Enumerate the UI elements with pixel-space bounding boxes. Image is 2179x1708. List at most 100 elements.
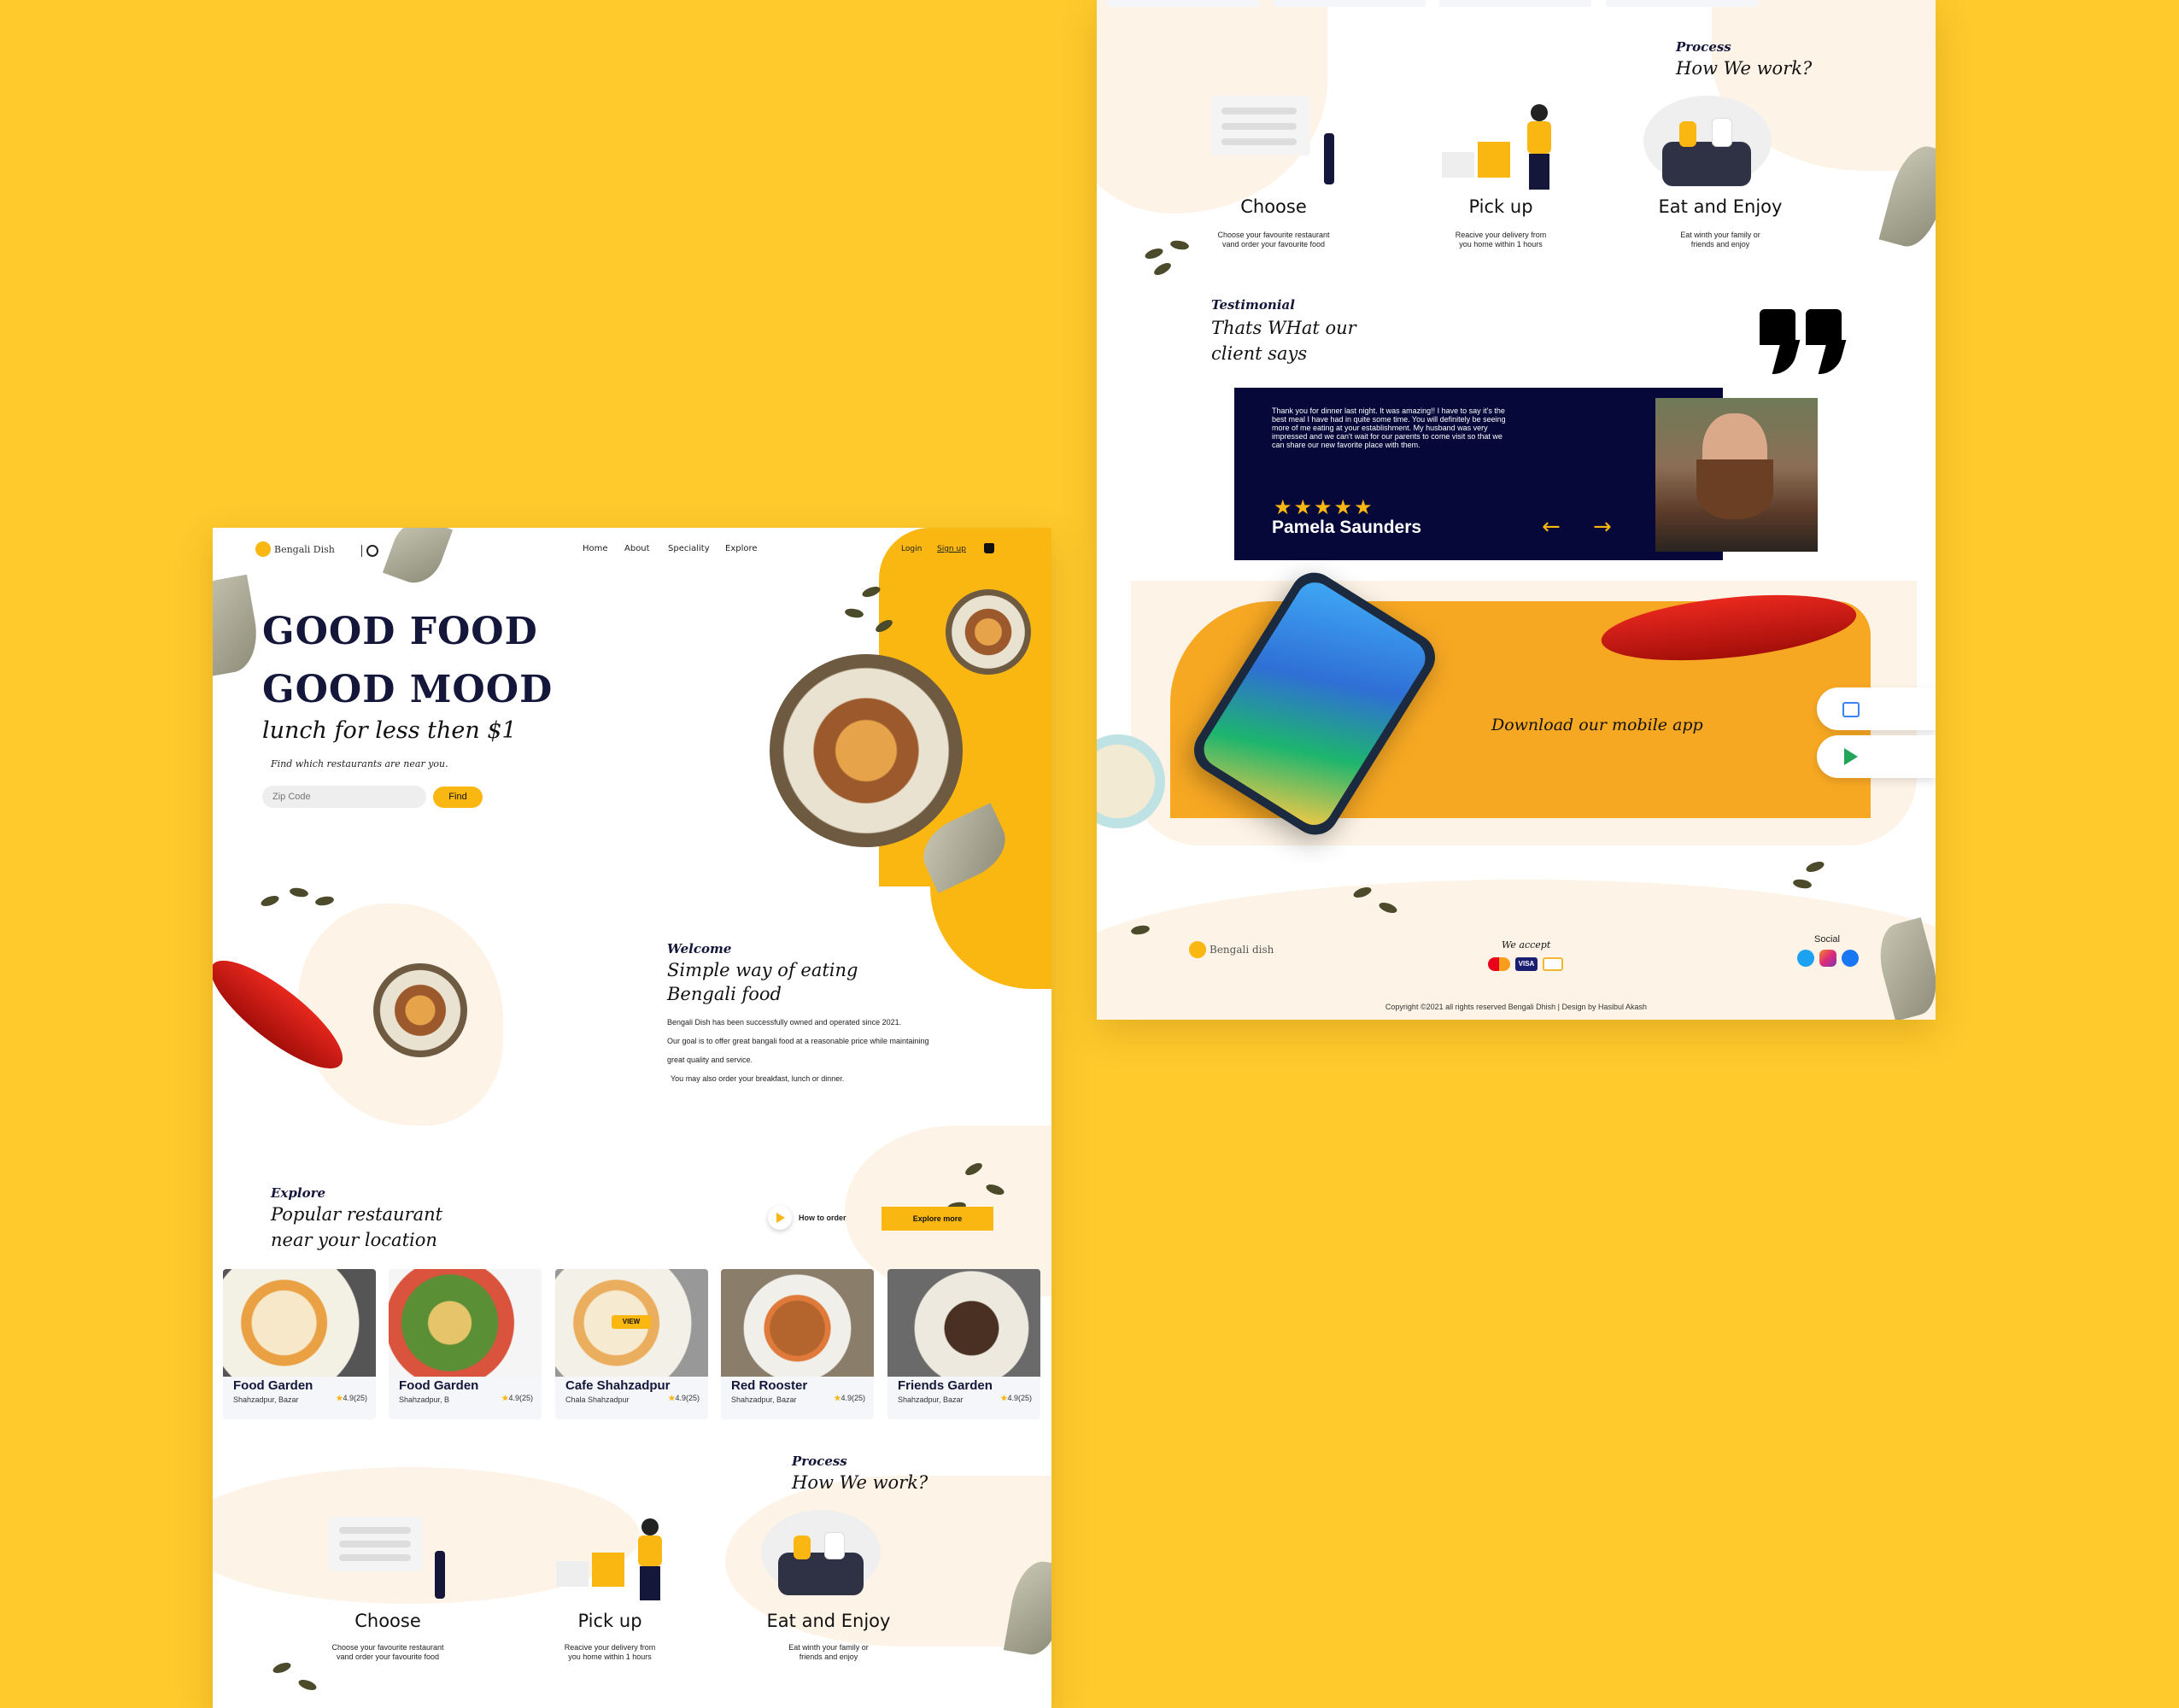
decor-leaf-top: [382, 528, 454, 590]
welcome-paragraph-3: great quality and service.: [667, 1056, 753, 1064]
hero-pan-image: [946, 589, 1031, 675]
nav-divider: [361, 545, 362, 557]
restaurant-card-rating: ★4.9(25): [501, 1394, 533, 1402]
nav-about[interactable]: About: [624, 544, 650, 553]
play-icon: [768, 1206, 792, 1230]
cart-icon[interactable]: [984, 543, 994, 553]
decor-seed: [314, 895, 335, 907]
how-to-order-label: How to order: [799, 1214, 846, 1222]
restaurant-card-rating: ★4.9(25): [1000, 1394, 1032, 1402]
decor-seed: [1169, 239, 1190, 251]
hero-subtitle: Find which restaurants are near you.: [271, 758, 448, 769]
twitter-icon[interactable]: [1797, 950, 1814, 967]
footer-brand[interactable]: Bengali dish: [1189, 941, 1274, 958]
find-button[interactable]: Find: [433, 787, 483, 808]
brand-logo-icon: [1189, 941, 1206, 958]
brand-logo[interactable]: Bengali Dish: [255, 541, 335, 557]
eat-and-enjoy-illustration: [753, 1510, 881, 1604]
visa-icon: VISA: [1515, 957, 1538, 971]
restaurant-card-image: [223, 1269, 376, 1377]
nav-login[interactable]: Login: [901, 545, 922, 553]
google-play-icon: [1844, 748, 1858, 765]
explore-title-line-2: near your location: [271, 1230, 437, 1250]
nav-explore[interactable]: Explore: [725, 544, 758, 553]
search-icon[interactable]: [366, 545, 378, 557]
card-placeholder: [1439, 0, 1591, 7]
landing-page-mockup-left: Bengali Dish Home About Speciality Explo…: [213, 528, 1051, 1708]
welcome-eyebrow: Welcome: [667, 941, 732, 956]
view-button[interactable]: VIEW: [612, 1315, 651, 1329]
explore-eyebrow: Explore: [271, 1185, 326, 1201]
restaurant-card-name: Food Garden: [233, 1378, 313, 1393]
restaurant-card-rating: ★4.9(25): [336, 1394, 367, 1402]
we-accept-label: We accept: [1502, 939, 1551, 951]
how-to-order-link[interactable]: How to order: [768, 1206, 846, 1230]
facebook-icon[interactable]: [1842, 950, 1859, 967]
restaurant-card-name: Food Garden: [399, 1378, 479, 1393]
restaurant-card-image: [887, 1269, 1040, 1377]
restaurant-card-location: Shahzadpur, B: [399, 1395, 450, 1404]
prev-arrow-icon[interactable]: ←: [1542, 516, 1567, 538]
step-pickup-desc-1: Reacive your delivery from: [1455, 231, 1547, 239]
cash-icon: [1543, 957, 1563, 971]
explore-title-line-1: Popular restaurant: [271, 1204, 443, 1225]
testimonial-quote: Thank you for dinner last night. It was …: [1272, 407, 1506, 449]
brand-name: Bengali Dish: [274, 543, 335, 555]
nav-speciality[interactable]: Speciality: [668, 544, 710, 553]
step-choose-desc-1: Choose your favourite restaurant: [331, 1643, 444, 1652]
choose-illustration: [1211, 96, 1339, 190]
restaurant-card-rating: ★4.9(25): [834, 1394, 865, 1402]
testimonial-card: Thank you for dinner last night. It was …: [1234, 388, 1723, 560]
restaurant-card[interactable]: Red Rooster Shahzadpur, Bazar ★4.9(25): [721, 1269, 874, 1419]
instagram-icon[interactable]: [1819, 950, 1836, 967]
decor-seed: [1151, 260, 1174, 278]
hero-thali-plate-image: [770, 654, 963, 847]
next-arrow-icon[interactable]: →: [1593, 516, 1619, 538]
card-placeholder: [1274, 0, 1426, 7]
explore-more-button[interactable]: Explore more: [882, 1207, 993, 1231]
restaurant-card-name: Friends Garden: [898, 1378, 993, 1393]
step-choose-desc-1: Choose your favourite restaurant: [1217, 231, 1330, 239]
decor-leaf-left: [213, 574, 264, 678]
testimonial-stars: ★★★★★: [1274, 495, 1374, 519]
copyright-text: Copyright ©2021 all rights reserved Beng…: [1385, 1003, 1648, 1011]
social-label: Social: [1814, 934, 1840, 945]
decor-seed: [1804, 859, 1826, 874]
zip-code-input[interactable]: [262, 786, 426, 808]
restaurant-card-name: Cafe Shahzadpur: [565, 1378, 671, 1393]
testimonial-avatar-photo: [1655, 398, 1818, 552]
restaurant-card[interactable]: VIEW Cafe Shahzadpur Chala Shahzadpur ★4…: [555, 1269, 708, 1419]
decor-seed: [289, 886, 309, 898]
step-enjoy-title: Eat and Enjoy: [1658, 196, 1783, 217]
nav-signup[interactable]: Sign up: [937, 545, 966, 553]
step-choose-desc-2: vand order your favourite food: [336, 1652, 440, 1661]
step-choose-title: Choose: [1240, 196, 1307, 217]
decor-seed: [1143, 246, 1165, 261]
google-play-button[interactable]: [1817, 735, 1936, 778]
testimonial-eyebrow: Testimonial: [1211, 297, 1295, 313]
step-choose-desc-2: vand order your favourite food: [1221, 240, 1326, 249]
download-app-label: Download our mobile app: [1491, 716, 1703, 734]
app-store-button[interactable]: [1817, 687, 1936, 730]
restaurant-card[interactable]: Food Garden Shahzadpur, B ★4.9(25): [389, 1269, 542, 1419]
welcome-title-line-2: Bengali food: [667, 984, 782, 1004]
restaurant-card-location: Shahzadpur, Bazar: [233, 1395, 299, 1404]
testimonial-title-line-1: Thats WHat our: [1211, 318, 1356, 338]
step-enjoy-desc-2: friends and enjoy: [1690, 240, 1750, 249]
restaurant-card-rating: ★4.9(25): [668, 1394, 700, 1402]
nav-home[interactable]: Home: [583, 544, 608, 553]
app-store-icon: [1842, 702, 1860, 717]
restaurant-card[interactable]: Friends Garden Shahzadpur, Bazar ★4.9(25…: [887, 1269, 1040, 1419]
decor-seed: [844, 607, 864, 619]
quote-mark-icon: [1760, 309, 1847, 374]
hero-line-3: lunch for less then $1: [262, 717, 517, 744]
pick-up-illustration: [556, 1518, 676, 1604]
card-placeholder: [1606, 0, 1758, 7]
decor-seed: [271, 1660, 293, 1676]
step-enjoy-title: Eat and Enjoy: [766, 1611, 891, 1631]
restaurant-card[interactable]: Food Garden Shahzadpur, Bazar ★4.9(25): [223, 1269, 376, 1419]
brand-logo-icon: [255, 541, 271, 557]
hero-line-1: GOOD FOOD: [262, 610, 538, 653]
step-enjoy-desc-1: Eat winth your family or: [788, 1643, 869, 1652]
process-title: How We work?: [1676, 58, 1813, 79]
